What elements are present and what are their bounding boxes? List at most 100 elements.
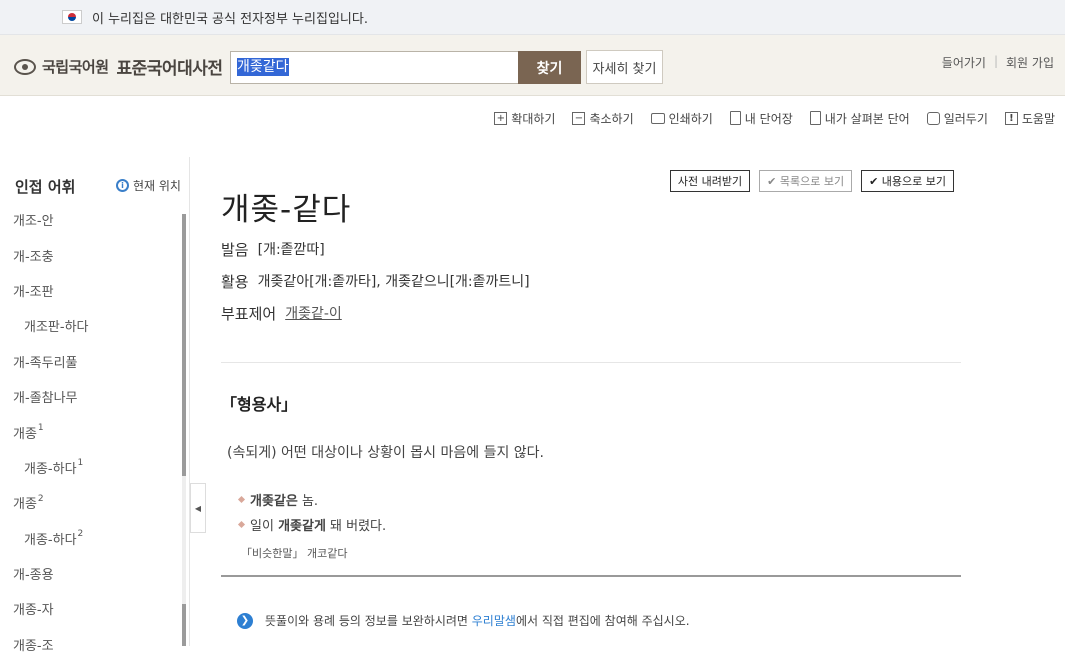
example-keyword: 개좆같게 [278,519,326,534]
divider [221,575,961,577]
guide-button[interactable]: 일러두기 [926,110,988,127]
list-item[interactable]: 개-종용 [0,556,184,591]
homonym-number: 2 [37,493,44,504]
homonym-number: 1 [77,458,84,469]
list-item-label: 개종-조 [13,638,54,654]
viewed-words-label: 내가 살펴본 단어 [824,111,910,126]
adjacent-words-sidebar: 인접 어휘 i 현재 위치 개조-안 개-조충 개-조판 개조판-하다 개-족두… [0,157,190,654]
my-wordbook-button[interactable]: 내 단어장 [729,110,793,127]
view-buttons: 사전 내려받기 ✔ 목록으로 보기 ✔ 내용으로 보기 [669,170,954,192]
list-item-label: 개-조충 [13,249,54,265]
hand-icon [926,111,940,125]
current-position-button[interactable]: i 현재 위치 [116,177,181,194]
pronunciation-value: [개:좉깓따] [257,242,325,258]
homonym-number: 1 [37,423,44,434]
chevron-left-icon: ◀ [194,503,202,513]
search-input-value: 개좆같다 [237,58,289,76]
sub-headword-row: 부표제어 개좆같-이 [221,303,342,324]
list-item[interactable]: 개종-하다 1 [0,450,184,485]
help-label: 도움말 [1021,111,1055,126]
zoom-out-label: 축소하기 [589,111,634,126]
sub-headword-label: 부표제어 [221,305,277,323]
definition: (속되게) 어떤 대상이나 상황이 몹시 마음에 들지 않다. [227,445,545,461]
gov-banner: 이 누리집은 대한민국 공식 전자정부 누리집입니다. [0,0,1065,35]
current-position-label: 현재 위치 [133,179,181,193]
dictionary-download-button[interactable]: 사전 내려받기 [669,170,751,192]
list-item[interactable]: 개조판-하다 [0,308,184,343]
list-view-button[interactable]: ✔ 목록으로 보기 [759,170,853,192]
list-item-label: 개-종용 [13,568,54,584]
info-icon: i [116,179,129,192]
divider [221,362,961,363]
sidebar-scrollbar[interactable] [182,214,186,646]
conjugation-label: 활용 [221,273,249,291]
list-item[interactable]: 개조-안 [0,202,184,237]
pronunciation-label: 발음 [221,241,249,259]
part-of-speech: 「형용사」 [221,395,298,414]
list-view-label: 목록으로 보기 [779,175,845,188]
list-item-label: 개조판-하다 [24,320,89,336]
homonym-number: 2 [77,529,84,540]
urimalsaem-link[interactable]: 우리말샘 [472,614,516,628]
list-item-label: 개종-하다 [24,532,77,548]
example-list: 개좆같은 놈. 일이 개좆같게 돼 버렸다. [237,487,386,537]
list-item[interactable]: 개종 2 [0,485,184,520]
scrollbar-thumb-lower[interactable] [182,604,186,646]
list-item[interactable]: 개종-조 [0,627,184,662]
search-button[interactable]: 찾기 [518,51,581,84]
notice-text-end: 에서 직접 편집에 참여해 주십시오. [515,614,690,628]
zoom-in-label: 확대하기 [511,111,556,126]
printer-icon [650,112,665,124]
check-icon: ✔ [767,174,780,188]
login-link[interactable]: 들어가기 [942,54,986,71]
list-item-label: 개종 [13,497,37,513]
example-text: 놈. [297,494,319,509]
notice-text: 뜻풀이와 용례 등의 정보를 보완하시려면 [265,614,472,628]
list-item[interactable]: 개-조판 [0,273,184,308]
collapse-sidebar-button[interactable]: ◀ [190,483,206,533]
zoom-out-button[interactable]: − 축소하기 [572,110,634,127]
content-view-button[interactable]: ✔ 내용으로 보기 [861,170,954,192]
example-item: 개좆같은 놈. [237,487,386,512]
auth-links: 들어가기 | 회원 가입 [942,54,1054,71]
print-label: 인쇄하기 [668,111,713,126]
list-item-label: 개종 [13,426,37,442]
exclamation-icon: ! [1004,111,1018,125]
example-text: 일이 [250,519,279,534]
plus-box-icon: + [494,111,508,125]
help-button[interactable]: ! 도움말 [1004,110,1055,127]
content-view-label: 내용으로 보기 [881,175,946,188]
sub-headword-link[interactable]: 개좆같-이 [285,303,342,324]
zoom-in-button[interactable]: + 확대하기 [494,110,555,127]
list-item-label: 개종-하다 [24,461,77,477]
edit-notice: ❯ 뜻풀이와 용례 등의 정보를 보완하시려면 우리말샘에서 직접 편집에 참여… [237,612,690,629]
detail-search-button[interactable]: 자세히 찾기 [586,50,663,84]
list-item-label: 개조-안 [13,214,54,230]
list-item[interactable]: 개종-자 [0,591,184,626]
logo[interactable]: 국립국어원 표준국어대사전 [14,54,223,79]
adjacent-words-list: 개조-안 개-조충 개-조판 개조판-하다 개-족두리풀 개-졸참나무 개종 1 … [0,202,184,662]
example-keyword: 개좆같은 [250,494,298,509]
scrollbar-thumb[interactable] [182,214,186,476]
signup-link[interactable]: 회원 가입 [1006,54,1054,71]
list-item[interactable]: 개-졸참나무 [0,379,184,414]
logo-eye-icon [14,58,36,75]
list-item[interactable]: 개종 1 [0,414,184,449]
print-button[interactable]: 인쇄하기 [650,110,713,127]
diamond-bullet-icon [237,520,246,529]
list-item[interactable]: 개-조충 [0,237,184,272]
conjugation-value: 개좆같아[개:좉까타], 개좆같으니[개:좉까트니] [257,274,530,290]
conjugation-row: 활용 개좆같아[개:좉까타], 개좆같으니[개:좉까트니] [221,271,530,292]
viewed-words-button[interactable]: 내가 살펴본 단어 [809,110,910,127]
list-item[interactable]: 개종-하다 2 [0,521,184,556]
minus-box-icon: − [572,111,586,125]
guide-label: 일러두기 [943,111,988,126]
sidebar-title: 인접 어휘 [15,178,76,196]
toolbar: + 확대하기 − 축소하기 인쇄하기 내 단어장 내가 살펴본 단어 일러두기 ! 도… [0,96,1065,140]
document-icon [809,111,821,125]
list-item-label: 개종-자 [13,603,54,619]
list-item[interactable]: 개-족두리풀 [0,344,184,379]
entry-word: 개좆-같다 [221,192,352,228]
search-input[interactable]: 개좆같다 [230,51,520,84]
list-item-label: 개-조판 [13,284,54,300]
